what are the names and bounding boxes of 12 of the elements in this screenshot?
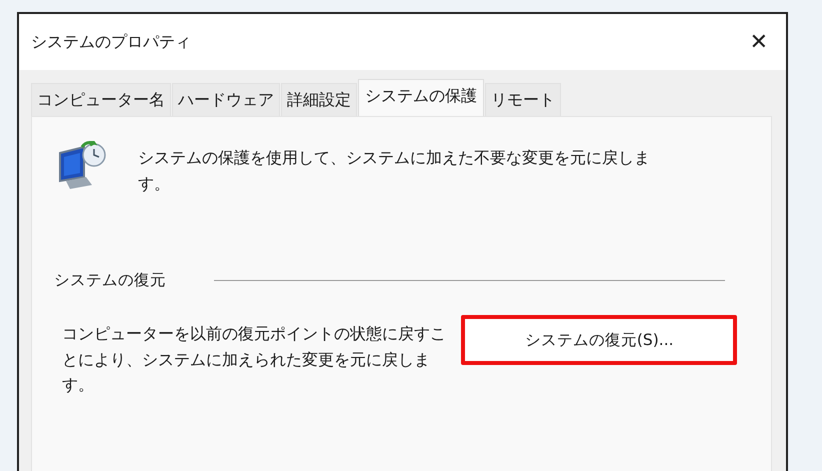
window-title: システムのプロパティ [31,32,191,52]
system-restore-button[interactable]: システムの復元(S)... [461,315,738,366]
close-button[interactable]: ✕ [746,30,772,54]
computer-restore-icon [56,141,108,191]
tab[interactable]: ハードウェア [172,83,280,116]
restore-description: コンピューターを以前の復元ポイントの状態に戻すことにより、システムに加えられた変更を元に戻します。 [62,323,447,396]
tab[interactable]: システムの保護 [358,79,484,116]
tab[interactable]: 詳細設定 [281,83,357,116]
group-title: システムの復元 [54,270,166,292]
tab[interactable]: コンピューター名 [31,83,171,116]
tab[interactable]: リモート [485,83,561,116]
intro-text: システムの保護を使用して、システムに加えた不要な変更を元に戻します。 [138,147,650,195]
